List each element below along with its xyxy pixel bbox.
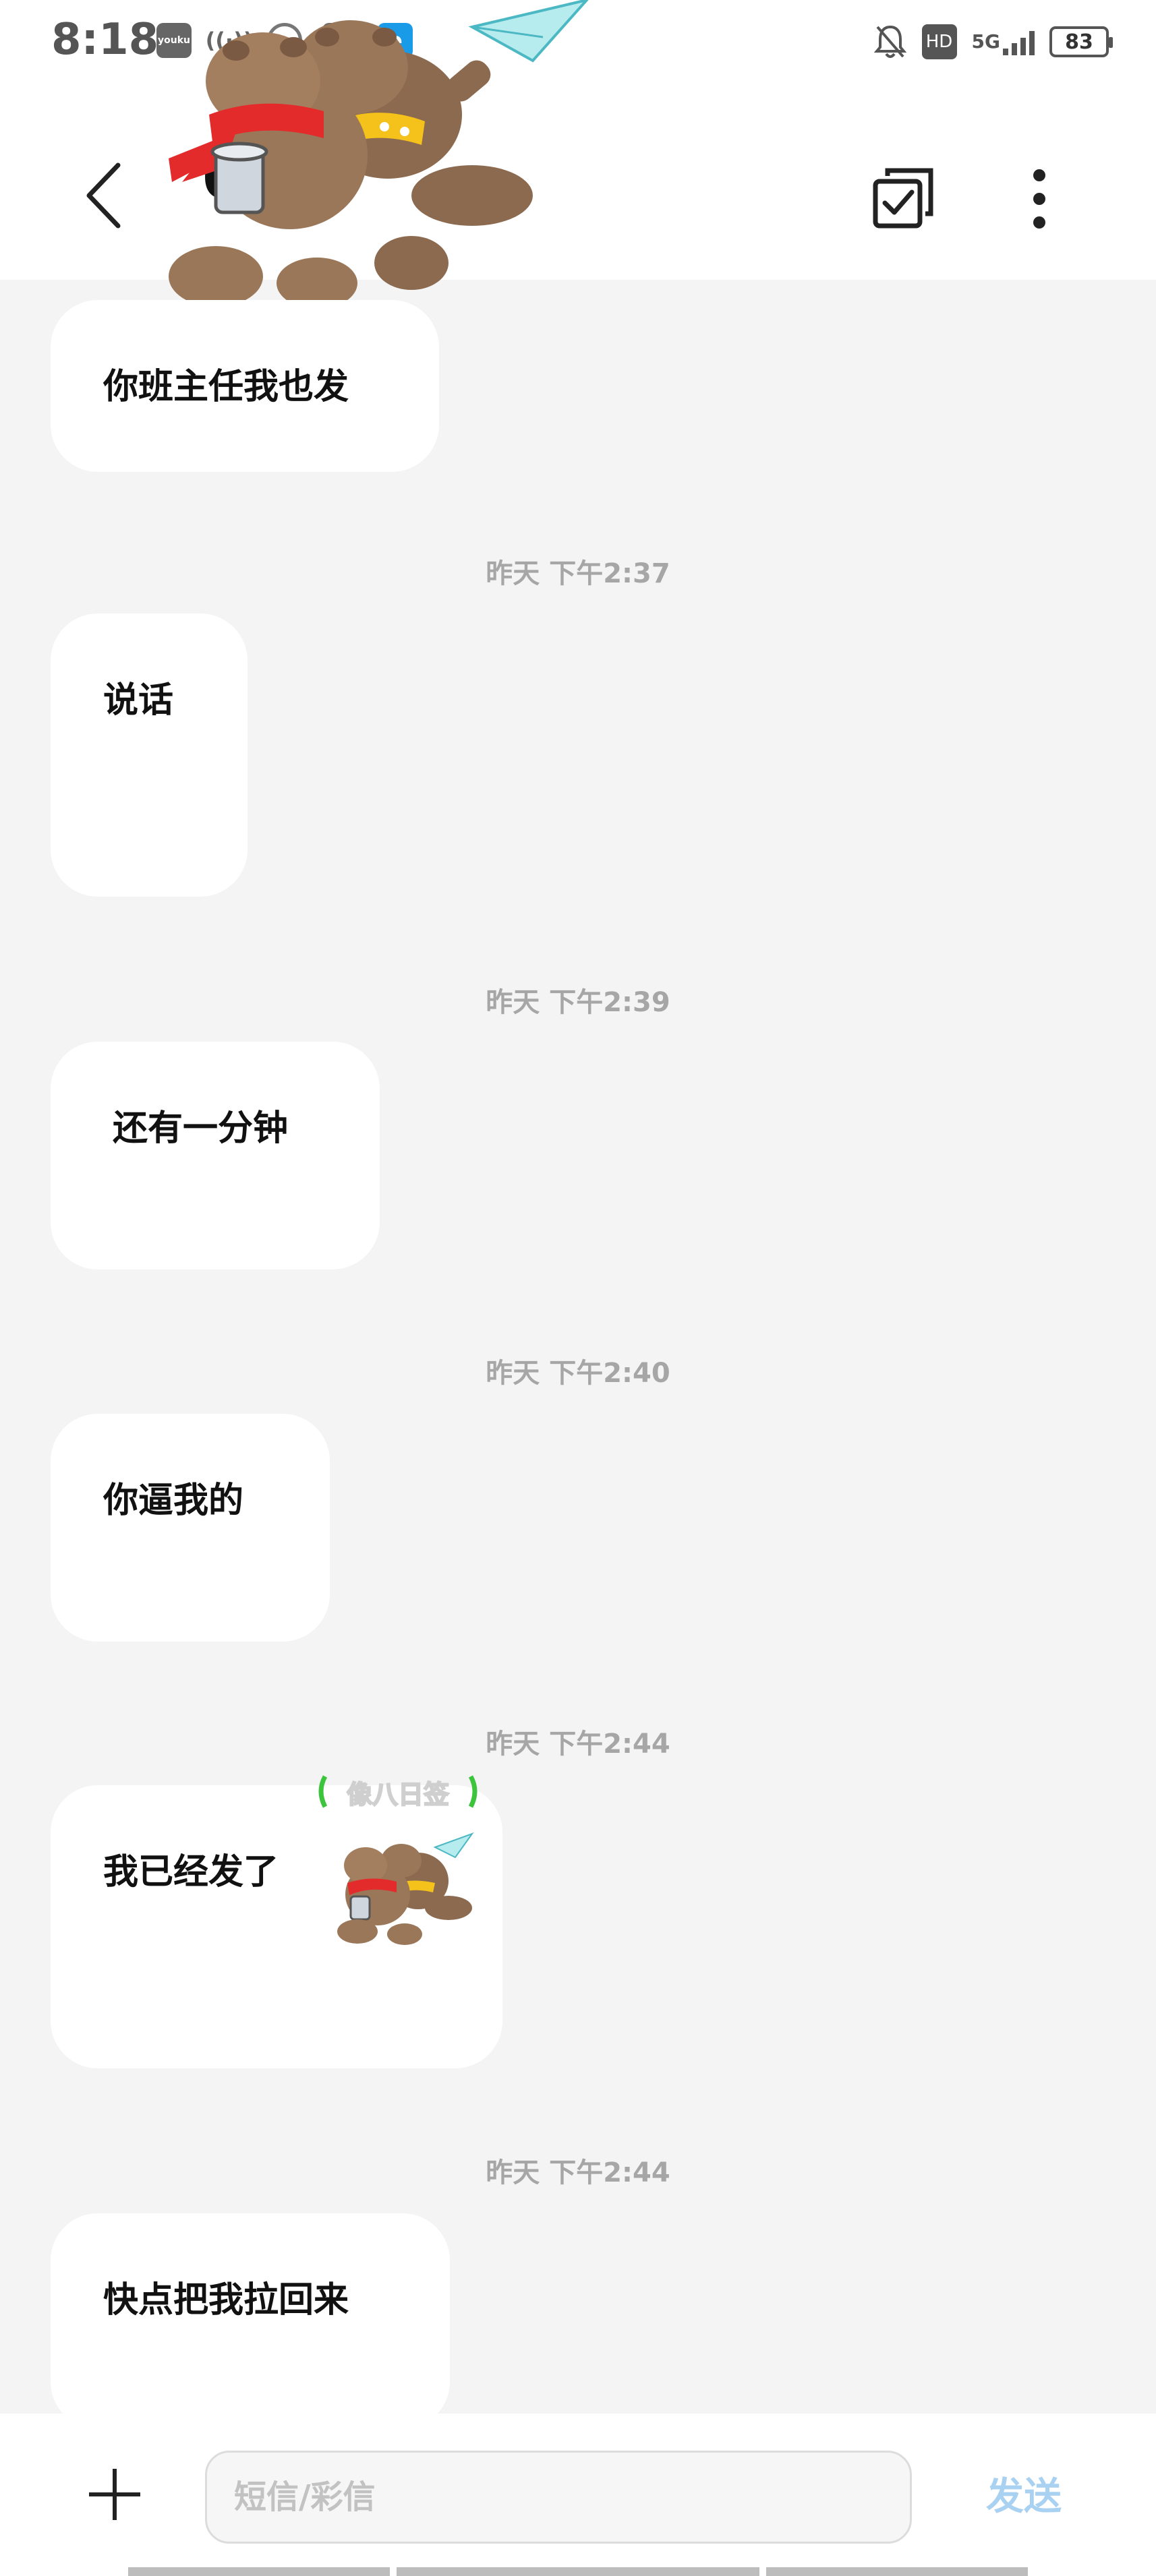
capybara-sticker-icon (169, 0, 589, 309)
conversation-header: 052 (0, 0, 1156, 309)
message-text: 快点把我拉回来 (103, 2280, 349, 2320)
mute-bell-icon (873, 23, 907, 61)
battery-icon: 83 (1049, 26, 1113, 57)
message-timestamp: 昨天 下午2:39 (486, 987, 670, 1018)
plus-icon (89, 2469, 140, 2520)
message-timestamp: 昨天 下午2:44 (486, 1729, 670, 1760)
network-type: 5G (971, 30, 1000, 53)
message-text: 说话 (103, 680, 174, 721)
multi-select-icon (873, 168, 933, 229)
nav-hint-segment (766, 2567, 1028, 2576)
message-list[interactable]: 你班主任我也发 昨天 下午2:37 说话 昨天 下午2:39 还有一分钟 昨天 … (0, 280, 1156, 2429)
message-timestamp: 昨天 下午2:40 (486, 1358, 670, 1389)
multi-select-button[interactable] (870, 165, 936, 231)
status-time: 8:18 (51, 15, 159, 65)
back-button[interactable] (81, 158, 128, 233)
message-text: 我已经发了 (103, 1852, 279, 1892)
message-timestamp: 昨天 下午2:37 (486, 558, 670, 589)
more-vertical-icon (1033, 169, 1045, 229)
message-timestamp: 昨天 下午2:44 (486, 2157, 670, 2188)
battery-level: 83 (1065, 30, 1093, 54)
message-bubble[interactable]: 快点把我拉回来 (51, 2213, 450, 2429)
message-bubble[interactable]: 你逼我的 (51, 1414, 330, 1642)
message-text: 你逼我的 (103, 1480, 244, 1521)
sticker-caption: 像八日签 (347, 1780, 449, 1809)
capybara-sticker-small-icon: 像八日签 (318, 1775, 478, 1945)
message-bubble[interactable]: 说话 (51, 613, 248, 897)
signal-icon: 5G (972, 23, 1035, 61)
signal-bars (1003, 28, 1035, 55)
message-input[interactable] (205, 2451, 912, 2544)
message-text: 你班主任我也发 (103, 367, 349, 407)
message-bubble[interactable]: 你班主任我也发 (51, 300, 439, 472)
nav-hint-segment (128, 2567, 390, 2576)
message-composer: 发送 (0, 2414, 1156, 2576)
hd-badge: HD (921, 24, 957, 59)
nav-hint-segment (397, 2567, 759, 2576)
message-bubble[interactable]: 还有一分钟 (51, 1042, 380, 1269)
status-right: HD 5G 83 (873, 23, 1113, 61)
more-options-button[interactable] (1029, 169, 1049, 229)
back-arrow-icon (86, 162, 121, 229)
message-text: 还有一分钟 (113, 1108, 289, 1149)
add-attachment-button[interactable] (86, 2466, 143, 2523)
send-button[interactable]: 发送 (986, 2466, 1062, 2521)
